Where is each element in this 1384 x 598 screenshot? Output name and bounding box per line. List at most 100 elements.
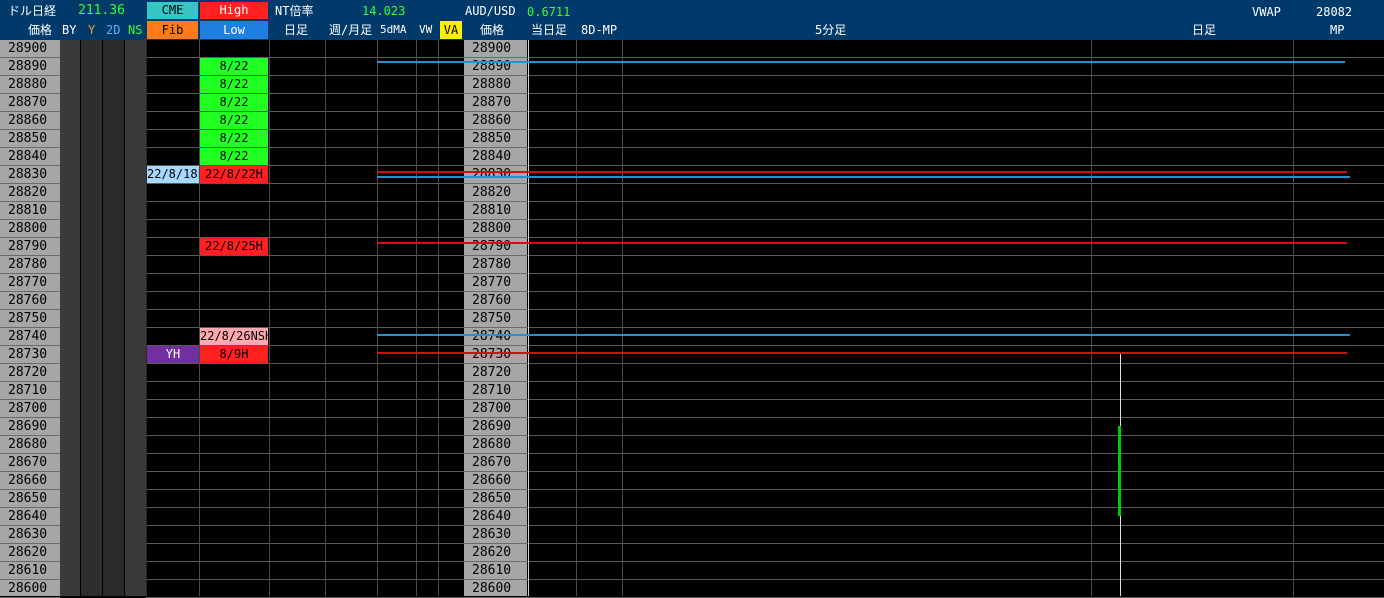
price-cell-right[interactable]: 28690 — [464, 418, 527, 436]
price-cell[interactable]: 28840 — [0, 148, 60, 166]
price-cell[interactable]: 28820 — [0, 184, 60, 202]
price-cell[interactable]: 28630 — [0, 526, 60, 544]
price-cell-right[interactable]: 28870 — [464, 94, 527, 112]
separator — [199, 40, 200, 596]
by-column — [60, 40, 80, 596]
row-gridline — [146, 327, 1384, 328]
price-cell-right[interactable]: 28850 — [464, 130, 527, 148]
price-cell[interactable]: 28770 — [0, 274, 60, 292]
row-gridline — [146, 111, 1384, 112]
col-vw-header[interactable]: VW — [419, 21, 432, 39]
price-cell[interactable]: 28880 — [0, 76, 60, 94]
price-cell-right[interactable]: 28670 — [464, 454, 527, 472]
price-cell[interactable]: 28620 — [0, 544, 60, 562]
row-gridline — [146, 525, 1384, 526]
price-cell[interactable]: 28730 — [0, 346, 60, 364]
price-cell[interactable]: 28850 — [0, 130, 60, 148]
price-cell[interactable]: 28790 — [0, 238, 60, 256]
price-cell[interactable]: 28710 — [0, 382, 60, 400]
price-cell-right[interactable]: 28830 — [464, 166, 527, 184]
price-cell[interactable]: 28680 — [0, 436, 60, 454]
row-gridline — [146, 579, 1384, 580]
price-cell[interactable]: 28650 — [0, 490, 60, 508]
row-gridline — [146, 435, 1384, 436]
col-weekly-monthly-header[interactable]: 週/月足 — [329, 21, 372, 39]
price-cell-right[interactable]: 28740 — [464, 328, 527, 346]
low-button[interactable]: Low — [200, 21, 268, 39]
price-cell-right[interactable]: 28630 — [464, 526, 527, 544]
row-gridline — [146, 291, 1384, 292]
price-cell-right[interactable]: 28780 — [464, 256, 527, 274]
col-by-header[interactable]: BY — [62, 21, 76, 39]
col-8dmp-header[interactable]: 8D-MP — [581, 21, 617, 39]
price-cell-right[interactable]: 28800 — [464, 220, 527, 238]
price-cell[interactable]: 28750 — [0, 310, 60, 328]
price-cell[interactable]: 28870 — [0, 94, 60, 112]
price-cell-right[interactable]: 28860 — [464, 112, 527, 130]
col-2d-header[interactable]: 2D — [106, 21, 120, 39]
row-gridline — [146, 75, 1384, 76]
row-gridline — [146, 489, 1384, 490]
separator — [1091, 40, 1092, 596]
price-cell-right[interactable]: 28660 — [464, 472, 527, 490]
col-5min-header[interactable]: 5分足 — [815, 21, 846, 39]
price-cell-right[interactable]: 28610 — [464, 562, 527, 580]
col-y-header[interactable]: Y — [88, 21, 95, 39]
col-ns-header[interactable]: NS — [128, 21, 142, 39]
separator — [528, 40, 529, 596]
price-cell-right[interactable]: 28710 — [464, 382, 527, 400]
price-cell[interactable]: 28640 — [0, 508, 60, 526]
cme-button[interactable]: CME — [147, 2, 198, 19]
row-gridline — [146, 183, 1384, 184]
price-cell-right[interactable]: 28810 — [464, 202, 527, 220]
row-gridline — [146, 363, 1384, 364]
separator — [576, 40, 577, 596]
fib-button[interactable]: Fib — [147, 21, 198, 39]
price-cell[interactable]: 28760 — [0, 292, 60, 310]
fib-marker: 22/8/18L — [147, 166, 199, 183]
price-cell-right[interactable]: 28760 — [464, 292, 527, 310]
high-button[interactable]: High — [200, 2, 268, 19]
low-marker: 22/8/25H — [200, 238, 268, 255]
col-5dma-header[interactable]: 5dMA — [380, 21, 407, 39]
col-daily2-header[interactable]: 日足 — [1192, 21, 1216, 39]
price-cell[interactable]: 28830 — [0, 166, 60, 184]
low-marker: 8/22 — [200, 112, 268, 129]
price-cell[interactable]: 28900 — [0, 40, 60, 58]
va-button[interactable]: VA — [440, 21, 462, 39]
audusd-value: 0.6711 — [527, 5, 571, 19]
price-cell[interactable]: 28810 — [0, 202, 60, 220]
col-today-header[interactable]: 当日足 — [531, 21, 567, 39]
price-cell-right[interactable]: 28790 — [464, 238, 527, 256]
price-cell[interactable]: 28800 — [0, 220, 60, 238]
price-cell[interactable]: 28600 — [0, 580, 60, 598]
price-cell-right[interactable]: 28820 — [464, 184, 527, 202]
row-gridline — [146, 561, 1384, 562]
price-cell-right[interactable]: 28650 — [464, 490, 527, 508]
separator — [1293, 40, 1294, 596]
price-cell-right[interactable]: 28640 — [464, 508, 527, 526]
price-cell[interactable]: 28740 — [0, 328, 60, 346]
price-cell[interactable]: 28700 — [0, 400, 60, 418]
price-cell[interactable]: 28720 — [0, 364, 60, 382]
price-cell-right[interactable]: 28620 — [464, 544, 527, 562]
price-cell[interactable]: 28890 — [0, 58, 60, 76]
price-cell[interactable]: 28660 — [0, 472, 60, 490]
price-cell[interactable]: 28670 — [0, 454, 60, 472]
price-cell-right[interactable]: 28770 — [464, 274, 527, 292]
price-cell-right[interactable]: 28750 — [464, 310, 527, 328]
col-daily-header[interactable]: 日足 — [284, 21, 308, 39]
price-cell-right[interactable]: 28730 — [464, 346, 527, 364]
price-cell-right[interactable]: 28720 — [464, 364, 527, 382]
price-cell-right[interactable]: 28700 — [464, 400, 527, 418]
price-cell-right[interactable]: 28880 — [464, 76, 527, 94]
price-cell-right[interactable]: 28600 — [464, 580, 527, 598]
price-cell[interactable]: 28610 — [0, 562, 60, 580]
price-cell[interactable]: 28860 — [0, 112, 60, 130]
col-mp-header[interactable]: MP — [1330, 21, 1344, 39]
price-cell-right[interactable]: 28840 — [464, 148, 527, 166]
price-cell-right[interactable]: 28900 — [464, 40, 527, 58]
price-cell-right[interactable]: 28680 — [464, 436, 527, 454]
price-cell[interactable]: 28690 — [0, 418, 60, 436]
price-cell[interactable]: 28780 — [0, 256, 60, 274]
